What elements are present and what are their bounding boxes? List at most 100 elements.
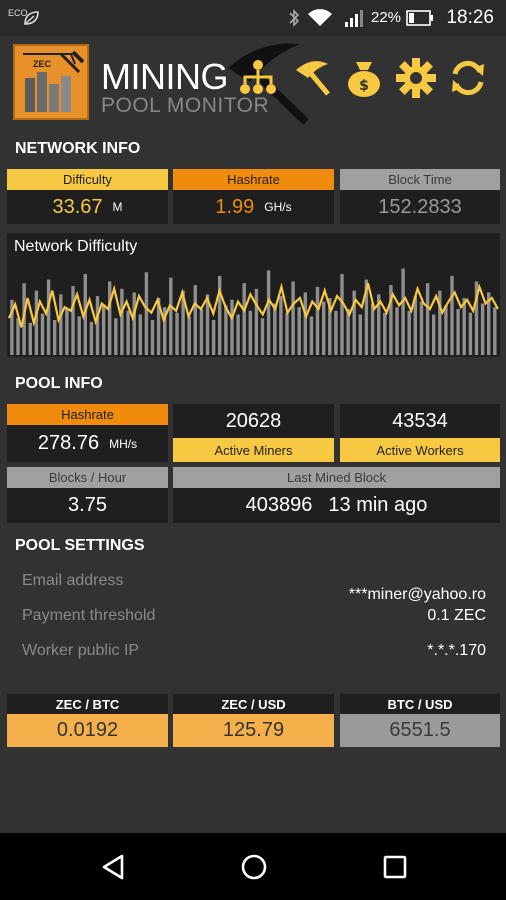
- blocks-per-hour-value: 3.75: [7, 488, 168, 523]
- chart-bar: [211, 320, 216, 355]
- network-difficulty-chart: Network Difficulty: [7, 233, 500, 357]
- pool-hashrate-value: 278.76: [37, 432, 100, 454]
- active-miners-value: 20628: [173, 404, 334, 438]
- chart-bar: [236, 314, 240, 355]
- chart-bar: [242, 283, 246, 355]
- worker-ip-value[interactable]: *.*.*.170: [427, 642, 486, 660]
- chart-bar: [334, 310, 338, 355]
- rate-zec-btc-value: 0.0192: [7, 714, 168, 747]
- network-hashrate-unit: GH/s: [264, 200, 292, 214]
- rate-zec-usd-label: ZEC / USD: [173, 694, 334, 714]
- chart-title: Network Difficulty: [14, 238, 138, 255]
- chart-bar: [493, 307, 497, 355]
- chart-bar: [108, 281, 112, 355]
- block-time-label: Block Time: [340, 169, 500, 190]
- chart-bar: [34, 290, 39, 355]
- pool-hashrate-unit: MH/s: [109, 436, 138, 451]
- app-logo: ZEC: [13, 44, 89, 120]
- chart-bar: [407, 310, 411, 355]
- chart-bar: [150, 320, 155, 355]
- pool-network-icon[interactable]: [236, 56, 280, 100]
- chart-bar: [297, 307, 301, 355]
- battery-icon: [406, 10, 433, 26]
- rate-zec-btc: ZEC / BTC 0.0192: [7, 694, 168, 747]
- app-header: ZEC MINING POOL MONITOR $: [0, 36, 506, 128]
- active-workers-label: Active Workers: [340, 438, 500, 462]
- active-miners-label: Active Miners: [173, 438, 334, 462]
- logo-graphic: [23, 50, 85, 112]
- block-time-card: Block Time 152.2833: [340, 169, 500, 224]
- chart-bar: [273, 303, 277, 355]
- chart-bar: [425, 283, 430, 355]
- navigation-bar: [0, 833, 506, 900]
- active-miners-card: 20628 Active Miners: [173, 404, 334, 462]
- chart-bar: [395, 307, 399, 355]
- active-workers-value: 43534: [340, 404, 500, 438]
- chart-bar: [95, 296, 100, 355]
- chart-bar: [120, 288, 124, 355]
- logo-badge: ZEC: [33, 59, 51, 69]
- settings-gear-icon[interactable]: [394, 56, 438, 100]
- difficulty-value: 33.67: [52, 195, 103, 218]
- chart-bar: [230, 299, 234, 355]
- chart-bar: [71, 286, 75, 355]
- recents-icon[interactable]: [382, 854, 408, 880]
- network-info-title: NETWORK INFO: [15, 140, 141, 157]
- chart-bar: [40, 313, 45, 355]
- last-mined-block-ago: 13 min ago: [328, 494, 428, 516]
- chart-bar: [65, 309, 69, 355]
- chart-bar: [266, 270, 271, 355]
- chart-bar: [187, 316, 191, 355]
- chart-bar: [432, 314, 436, 355]
- chart-bar: [285, 312, 289, 355]
- chart-bar: [126, 310, 130, 355]
- email-value[interactable]: ***miner@yahoo.ro: [349, 586, 486, 604]
- difficulty-card: Difficulty 33.67 M: [7, 169, 168, 224]
- money-bag-icon[interactable]: $: [342, 56, 386, 100]
- eco-leaf-icon: [24, 11, 39, 25]
- chart-bar: [248, 310, 252, 355]
- rate-btc-usd-label: BTC / USD: [340, 694, 500, 714]
- chart-bar: [218, 275, 222, 355]
- chart-bar: [401, 268, 405, 355]
- chart-bar: [144, 272, 149, 355]
- chart-bar: [340, 274, 344, 355]
- chart-bar: [169, 277, 173, 355]
- rate-zec-usd-value: 125.79: [173, 714, 334, 747]
- active-workers-card: 43534 Active Workers: [340, 404, 500, 462]
- last-mined-block-card: Last Mined Block 403896 13 min ago: [173, 467, 500, 523]
- block-time-value: 152.2833: [340, 190, 500, 224]
- chart-bar: [370, 303, 375, 355]
- difficulty-label: Difficulty: [7, 169, 168, 190]
- svg-text:$: $: [359, 78, 369, 94]
- chart-bar: [468, 312, 473, 355]
- payment-threshold-value[interactable]: 0.1 ZEC: [427, 607, 486, 625]
- chart-bar: [199, 309, 204, 355]
- chart-bar: [28, 322, 32, 355]
- chart-bar: [260, 318, 265, 355]
- home-icon[interactable]: [240, 853, 268, 881]
- network-hashrate-value: 1.99: [215, 195, 255, 218]
- chart-bar: [89, 321, 94, 355]
- pickaxe-icon[interactable]: [290, 56, 334, 100]
- network-hashrate-value-box: 1.99 GH/s: [173, 190, 334, 224]
- signal-icon: [345, 10, 363, 27]
- rate-btc-usd: BTC / USD 6551.5: [340, 694, 500, 747]
- chart-bar: [383, 312, 387, 355]
- refresh-icon[interactable]: [446, 56, 490, 100]
- chart-bar: [254, 288, 259, 355]
- chart-bar: [456, 309, 460, 355]
- chart-bar: [462, 298, 466, 355]
- email-label: Email address: [22, 572, 124, 589]
- chart-bar: [77, 316, 81, 355]
- payment-threshold-label: Payment threshold: [22, 607, 156, 624]
- chart-bar: [291, 281, 295, 355]
- pool-hashrate-card: Hashrate 278.76 MH/s: [7, 404, 168, 462]
- chart-bar: [138, 314, 142, 355]
- chart-difficulty-line: [7, 282, 499, 328]
- rate-btc-usd-value: 6551.5: [340, 714, 500, 747]
- back-icon[interactable]: [100, 853, 126, 881]
- chart-bar: [175, 312, 179, 355]
- chart-bar: [132, 292, 136, 355]
- status-bar: ECO 22% 18:26: [0, 0, 506, 36]
